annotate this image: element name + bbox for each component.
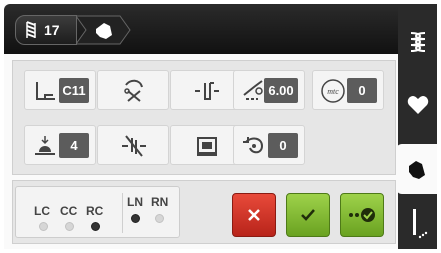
mtc-icon: mtc — [321, 79, 345, 103]
feet-selector: LC CC RC LN RN — [15, 186, 180, 238]
stitch-number: 17 — [44, 22, 60, 38]
feet-indicator-ln — [131, 214, 140, 223]
stitch-pattern-icon — [26, 21, 36, 38]
header-bar: 17 — [4, 4, 398, 54]
stitch-length-value: 6.00 — [264, 78, 298, 103]
breadcrumb-chevron — [76, 15, 131, 45]
feet-indicator-lc — [39, 222, 48, 231]
thread-cutter-setting[interactable] — [97, 70, 169, 110]
presser-foot-setting[interactable]: C11 — [24, 70, 96, 110]
needle-stop-icon — [195, 82, 219, 100]
stitch-length-setting[interactable]: 6.00 — [233, 70, 305, 110]
stitch-pattern-icon — [410, 32, 425, 52]
thread-cut-off-icon — [122, 135, 146, 157]
svg-text:mtc: mtc — [327, 87, 339, 96]
cancel-button[interactable] — [232, 193, 276, 237]
feet-label-rn[interactable]: RN — [151, 195, 168, 209]
feet-label-ln[interactable]: LN — [127, 195, 143, 209]
needle-icon — [412, 209, 427, 239]
thread-cutter-icon — [124, 79, 143, 102]
display-icon — [197, 137, 217, 156]
feet-indicator-rc — [91, 222, 100, 231]
feet-indicator-rn — [155, 214, 164, 223]
reverse-setting[interactable]: 0 — [233, 125, 305, 165]
foot-pressure-value: 4 — [59, 133, 89, 158]
mtc-value: 0 — [347, 78, 377, 103]
foot-pressure-setting[interactable]: 4 — [24, 125, 96, 165]
tab-needle[interactable] — [398, 200, 437, 250]
check-icon — [301, 209, 315, 221]
feet-label-rc[interactable]: RC — [86, 204, 103, 218]
confirm-button[interactable] — [286, 193, 330, 237]
reverse-icon — [243, 137, 264, 154]
needle-stop-setting[interactable] — [170, 70, 242, 110]
feet-label-cc[interactable]: CC — [60, 204, 77, 218]
breadcrumb-stitch[interactable]: 17 — [15, 15, 77, 45]
tab-presser-foot[interactable] — [396, 144, 437, 194]
foot-icon — [36, 82, 55, 100]
heart-icon — [407, 96, 428, 114]
presser-foot-icon — [408, 161, 425, 179]
display-setting[interactable] — [170, 125, 242, 165]
side-tabs — [396, 4, 437, 250]
feet-indicator-cc — [65, 222, 74, 231]
feet-divider — [122, 193, 123, 233]
reverse-value: 0 — [268, 133, 298, 158]
foot-pressure-icon — [35, 136, 55, 155]
breadcrumb-presser[interactable] — [76, 15, 132, 45]
mtc-setting[interactable]: mtc 0 — [312, 70, 384, 110]
thread-cut-off-setting[interactable] — [97, 125, 169, 165]
feet-label-lc[interactable]: LC — [34, 204, 50, 218]
cancel-icon — [248, 209, 260, 221]
foot-value: C11 — [59, 78, 89, 103]
tab-stitches[interactable] — [398, 18, 437, 68]
sequence-check-icon — [349, 208, 375, 222]
tab-favorites[interactable] — [398, 80, 437, 130]
confirm-sequence-button[interactable] — [340, 193, 384, 237]
